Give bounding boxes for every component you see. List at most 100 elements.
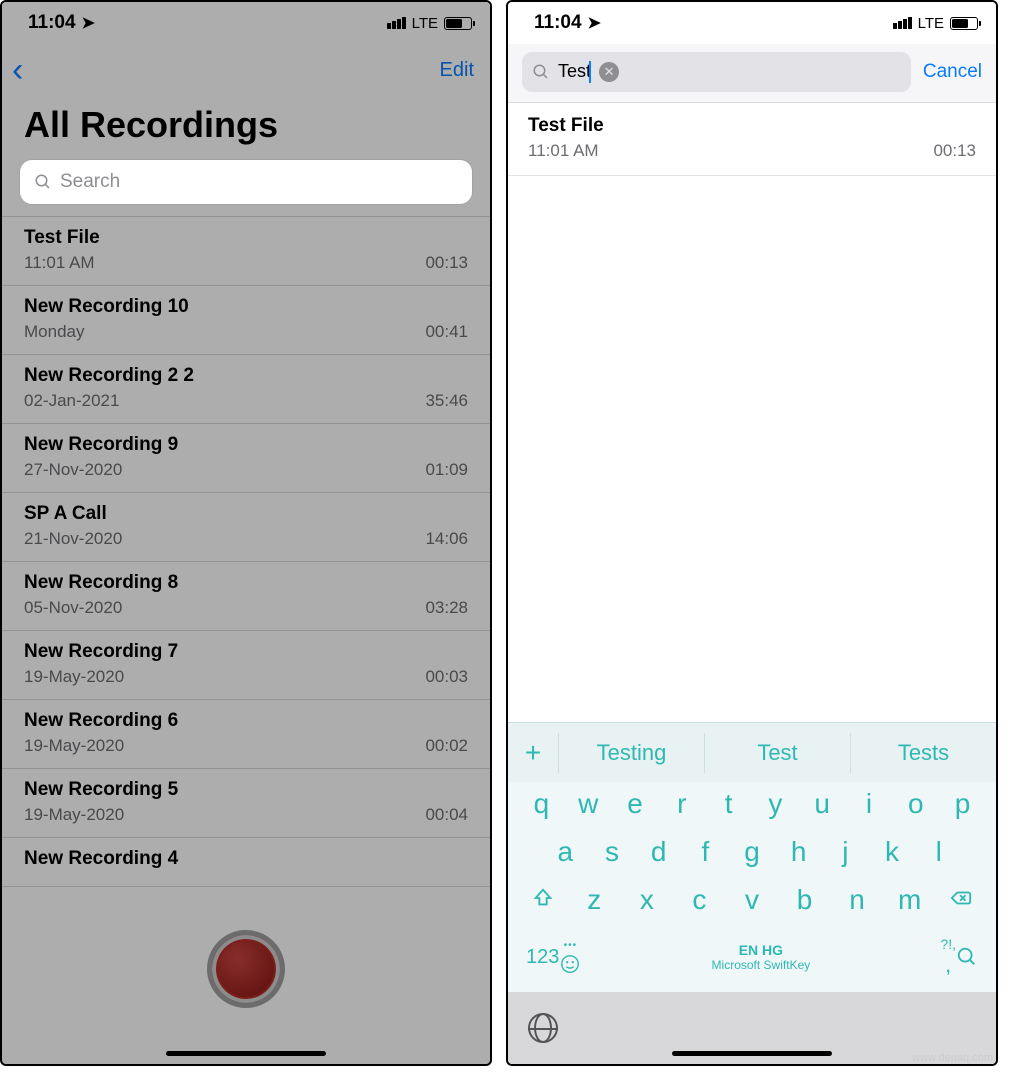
key-q[interactable]: q [518, 788, 565, 820]
recording-date: 19-May-2020 [24, 805, 124, 825]
signal-icon [893, 17, 912, 29]
recording-duration: 03:28 [425, 598, 468, 618]
punctuation-key[interactable]: ?!, , [940, 936, 956, 978]
key-x[interactable]: x [622, 884, 672, 916]
suggestion-item[interactable]: Tests [850, 733, 996, 773]
recording-row[interactable]: New Recording 5 19-May-202000:04 [2, 769, 490, 838]
recording-duration: 01:09 [425, 460, 468, 480]
suggestion-add-button[interactable]: + [508, 737, 558, 769]
backspace-key[interactable] [936, 887, 986, 914]
numbers-key[interactable]: 123 [526, 946, 559, 969]
recording-row[interactable]: SP A Call 21-Nov-202014:06 [2, 493, 490, 562]
keyboard-language-label: EN HG [581, 942, 940, 958]
search-field[interactable]: Test ✕ [522, 52, 911, 92]
key-o[interactable]: o [892, 788, 939, 820]
key-r[interactable]: r [658, 788, 705, 820]
recording-row[interactable]: Test File 11:01 AM 00:13 [2, 217, 490, 286]
search-results: Test File 11:01 AM 00:13 [508, 103, 996, 176]
key-y[interactable]: y [752, 788, 799, 820]
result-duration: 00:13 [933, 141, 976, 161]
key-h[interactable]: h [775, 836, 822, 868]
key-w[interactable]: w [565, 788, 612, 820]
recording-title: Test File [24, 227, 468, 249]
recording-title: New Recording 2 2 [24, 365, 468, 387]
key-e[interactable]: e [612, 788, 659, 820]
shift-key[interactable] [518, 887, 568, 914]
spacebar-key[interactable]: EN HG Microsoft SwiftKey [581, 942, 940, 972]
phone-right: 11:04 ➤ LTE Test ✕ Cancel Test File 11:0… [506, 0, 998, 1066]
home-indicator[interactable] [166, 1051, 326, 1056]
key-b[interactable]: b [780, 884, 830, 916]
recording-date: 05-Nov-2020 [24, 598, 122, 618]
suggestion-item[interactable]: Testing [558, 733, 704, 773]
recording-row[interactable]: New Recording 9 27-Nov-2020 01:09 [2, 424, 490, 493]
recording-duration: 00:13 [425, 253, 468, 273]
search-key-icon[interactable] [956, 946, 978, 968]
key-bottom-row: 123 ••• EN HG Microsoft SwiftKey ?!, , [512, 932, 992, 988]
recording-title: New Recording 5 [24, 779, 468, 801]
search-field[interactable]: Search [20, 160, 472, 204]
search-input-text[interactable]: Test [558, 61, 591, 84]
key-t[interactable]: t [705, 788, 752, 820]
recording-row[interactable]: New Recording 4 [2, 838, 490, 887]
emoji-key[interactable]: ••• [559, 940, 581, 975]
status-time: 11:04 [28, 12, 76, 34]
key-c[interactable]: c [674, 884, 724, 916]
key-f[interactable]: f [682, 836, 729, 868]
recording-date: 02-Jan-2021 [24, 391, 119, 411]
search-result-row[interactable]: Test File 11:01 AM 00:13 [508, 103, 996, 176]
key-l[interactable]: l [915, 836, 962, 868]
status-time: 11:04 [534, 12, 582, 34]
key-v[interactable]: v [727, 884, 777, 916]
recording-title: New Recording 9 [24, 434, 468, 456]
recording-row[interactable]: New Recording 6 19-May-202000:02 [2, 700, 490, 769]
key-m[interactable]: m [885, 884, 935, 916]
search-icon [532, 63, 550, 81]
signal-icon [387, 17, 406, 29]
battery-icon [444, 17, 472, 30]
recording-row[interactable]: New Recording 7 19-May-202000:03 [2, 631, 490, 700]
network-label: LTE [412, 15, 438, 32]
recording-title: New Recording 7 [24, 641, 468, 663]
recording-date: 21-Nov-2020 [24, 529, 122, 549]
recording-date: 27-Nov-2020 [24, 460, 122, 480]
recording-duration: 00:41 [425, 322, 468, 342]
recording-row[interactable]: New Recording 2 2 02-Jan-202135:46 [2, 355, 490, 424]
key-a[interactable]: a [542, 836, 589, 868]
edit-button[interactable]: Edit [440, 59, 474, 82]
home-indicator[interactable] [672, 1051, 832, 1056]
suggestion-item[interactable]: Test [704, 733, 850, 773]
recording-title: New Recording 6 [24, 710, 468, 732]
key-s[interactable]: s [589, 836, 636, 868]
battery-icon [950, 17, 978, 30]
nav-bar: ‹ Edit [2, 44, 490, 96]
key-d[interactable]: d [635, 836, 682, 868]
recording-date: 19-May-2020 [24, 736, 124, 756]
back-button[interactable]: ‹ [12, 53, 23, 87]
key-u[interactable]: u [799, 788, 846, 820]
key-i[interactable]: i [846, 788, 893, 820]
recording-date: 11:01 AM [24, 253, 95, 273]
recording-duration: 00:03 [425, 667, 468, 687]
recording-title: SP A Call [24, 503, 468, 525]
emoji-icon [559, 953, 581, 975]
key-g[interactable]: g [729, 836, 776, 868]
watermark: www.deuaq.com [912, 1052, 993, 1064]
record-button[interactable] [207, 930, 285, 1008]
globe-icon[interactable] [528, 1013, 558, 1043]
key-row-3: zxcvbnm [512, 884, 992, 916]
key-j[interactable]: j [822, 836, 869, 868]
key-k[interactable]: k [869, 836, 916, 868]
result-title: Test File [528, 115, 976, 137]
cancel-button[interactable]: Cancel [923, 61, 982, 83]
result-date: 11:01 AM [528, 141, 599, 161]
network-label: LTE [918, 15, 944, 32]
recording-row[interactable]: New Recording 8 05-Nov-202003:28 [2, 562, 490, 631]
key-z[interactable]: z [569, 884, 619, 916]
search-header: Test ✕ Cancel [508, 44, 996, 103]
key-p[interactable]: p [939, 788, 986, 820]
recording-row[interactable]: New Recording 10 Monday00:41 [2, 286, 490, 355]
page-title: All Recordings [2, 96, 490, 160]
clear-button[interactable]: ✕ [599, 62, 619, 82]
key-n[interactable]: n [832, 884, 882, 916]
